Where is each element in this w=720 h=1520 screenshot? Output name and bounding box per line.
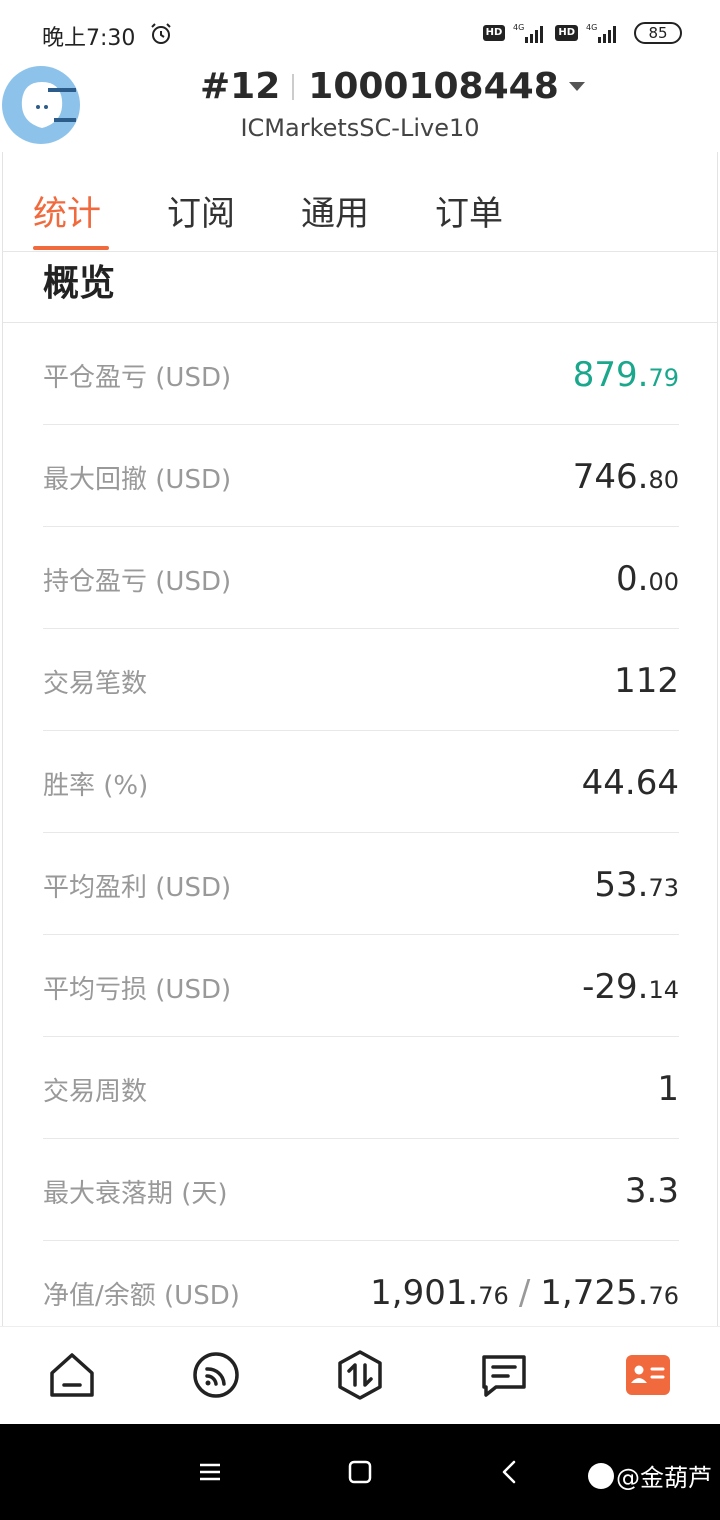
server-name: ICMarketsSC-Live10: [240, 114, 480, 142]
stat-row-trade-count: 交易笔数 112: [43, 629, 679, 731]
stat-label: 平仓盈亏 (USD): [43, 363, 232, 393]
stat-value: 0.00: [616, 559, 679, 599]
account-header: #12 1000108448 ICMarketsSC-Live10: [0, 62, 720, 152]
tab-orders[interactable]: 订单: [435, 186, 503, 235]
stat-label: 平均亏损 (USD): [43, 975, 232, 1005]
trade-icon[interactable]: [334, 1349, 386, 1401]
stat-row-win-rate: 胜率 (%) 44.64: [43, 731, 679, 833]
stat-value: -29.14: [582, 967, 679, 1007]
signal-strength-icon: 4G: [586, 23, 616, 43]
account-selector[interactable]: #12 1000108448: [200, 66, 585, 107]
stat-row-trading-weeks: 交易周数 1: [43, 1037, 679, 1139]
stat-label: 最大回撤 (USD): [43, 465, 232, 495]
status-bar: 晚上7:30 HD 4G HD 4G 85: [0, 0, 720, 70]
message-icon[interactable]: [478, 1349, 530, 1401]
divider: [292, 73, 295, 100]
stats-list: 平仓盈亏 (USD) 879.79 最大回撤 (USD) 746.80 持仓盈亏…: [43, 323, 679, 1343]
tab-subscription[interactable]: 订阅: [167, 186, 235, 235]
signal-strength-icon: 4G: [513, 23, 544, 43]
stat-value: 746.80: [572, 457, 679, 497]
svg-text:4G: 4G: [586, 23, 597, 32]
stat-row-closed-pnl: 平仓盈亏 (USD) 879.79: [43, 323, 679, 425]
tab-general[interactable]: 通用: [301, 186, 369, 235]
stats-card: 统计 订阅 通用 订单 概览 平仓盈亏 (USD) 879.79 最大回撤 (U…: [2, 152, 718, 1332]
back-icon[interactable]: [492, 1454, 528, 1490]
hd-badge: HD: [555, 25, 578, 41]
menu-icon[interactable]: [192, 1454, 228, 1490]
stat-label: 交易笔数: [43, 669, 148, 699]
stat-row-floating-pnl: 持仓盈亏 (USD) 0.00: [43, 527, 679, 629]
home-icon[interactable]: [46, 1349, 98, 1401]
tab-statistics[interactable]: 统计: [33, 186, 101, 235]
signal-icon[interactable]: [190, 1349, 242, 1401]
alarm-clock-icon: [151, 23, 171, 44]
stat-value: 3.3: [624, 1171, 679, 1211]
system-navigation-bar: @金葫芦: [0, 1424, 720, 1520]
stat-label: 净值/余额 (USD): [43, 1281, 240, 1311]
stat-row-max-decline-period: 最大衰落期 (天) 3.3: [43, 1139, 679, 1241]
battery-indicator: 85: [634, 22, 682, 44]
tab-bar: 统计 订阅 通用 订单: [3, 152, 717, 252]
svg-text:4G: 4G: [513, 23, 524, 32]
stat-value: 44.64: [581, 763, 679, 803]
stat-row-avg-profit: 平均盈利 (USD) 53.73: [43, 833, 679, 935]
status-indicators: HD 4G HD 4G 85: [482, 22, 682, 44]
stat-label: 交易周数: [43, 1077, 148, 1107]
stat-label: 持仓盈亏 (USD): [43, 567, 232, 597]
stat-value: 1,901.76/1,725.76: [370, 1273, 679, 1313]
stat-row-max-drawdown: 最大回撤 (USD) 746.80: [43, 425, 679, 527]
watermark-logo-icon: [588, 1462, 614, 1489]
stat-label: 最大衰落期 (天): [43, 1179, 228, 1209]
profile-card-icon[interactable]: [622, 1349, 674, 1401]
home-square-icon[interactable]: [342, 1454, 378, 1490]
stat-row-avg-loss: 平均亏损 (USD) -29.14: [43, 935, 679, 1037]
caret-down-icon[interactable]: [568, 82, 585, 91]
stat-value: 879.79: [572, 355, 679, 395]
account-number: #12: [200, 66, 281, 107]
stat-value: 1: [657, 1069, 679, 1109]
stat-value: 53.73: [594, 865, 679, 905]
hd-badge: HD: [482, 25, 506, 41]
stat-label: 平均盈利 (USD): [43, 873, 232, 903]
stat-value: 112: [614, 661, 679, 701]
watermark-text: @金葫芦: [616, 1464, 712, 1492]
bottom-navigation: [0, 1326, 720, 1424]
active-tab-indicator: [33, 246, 109, 250]
watermark: @金葫芦: [588, 1458, 712, 1493]
status-time: 晚上7:30: [42, 26, 136, 51]
section-title: 概览: [43, 263, 116, 304]
account-id: 1000108448: [308, 66, 559, 107]
stat-label: 胜率 (%): [43, 771, 149, 801]
